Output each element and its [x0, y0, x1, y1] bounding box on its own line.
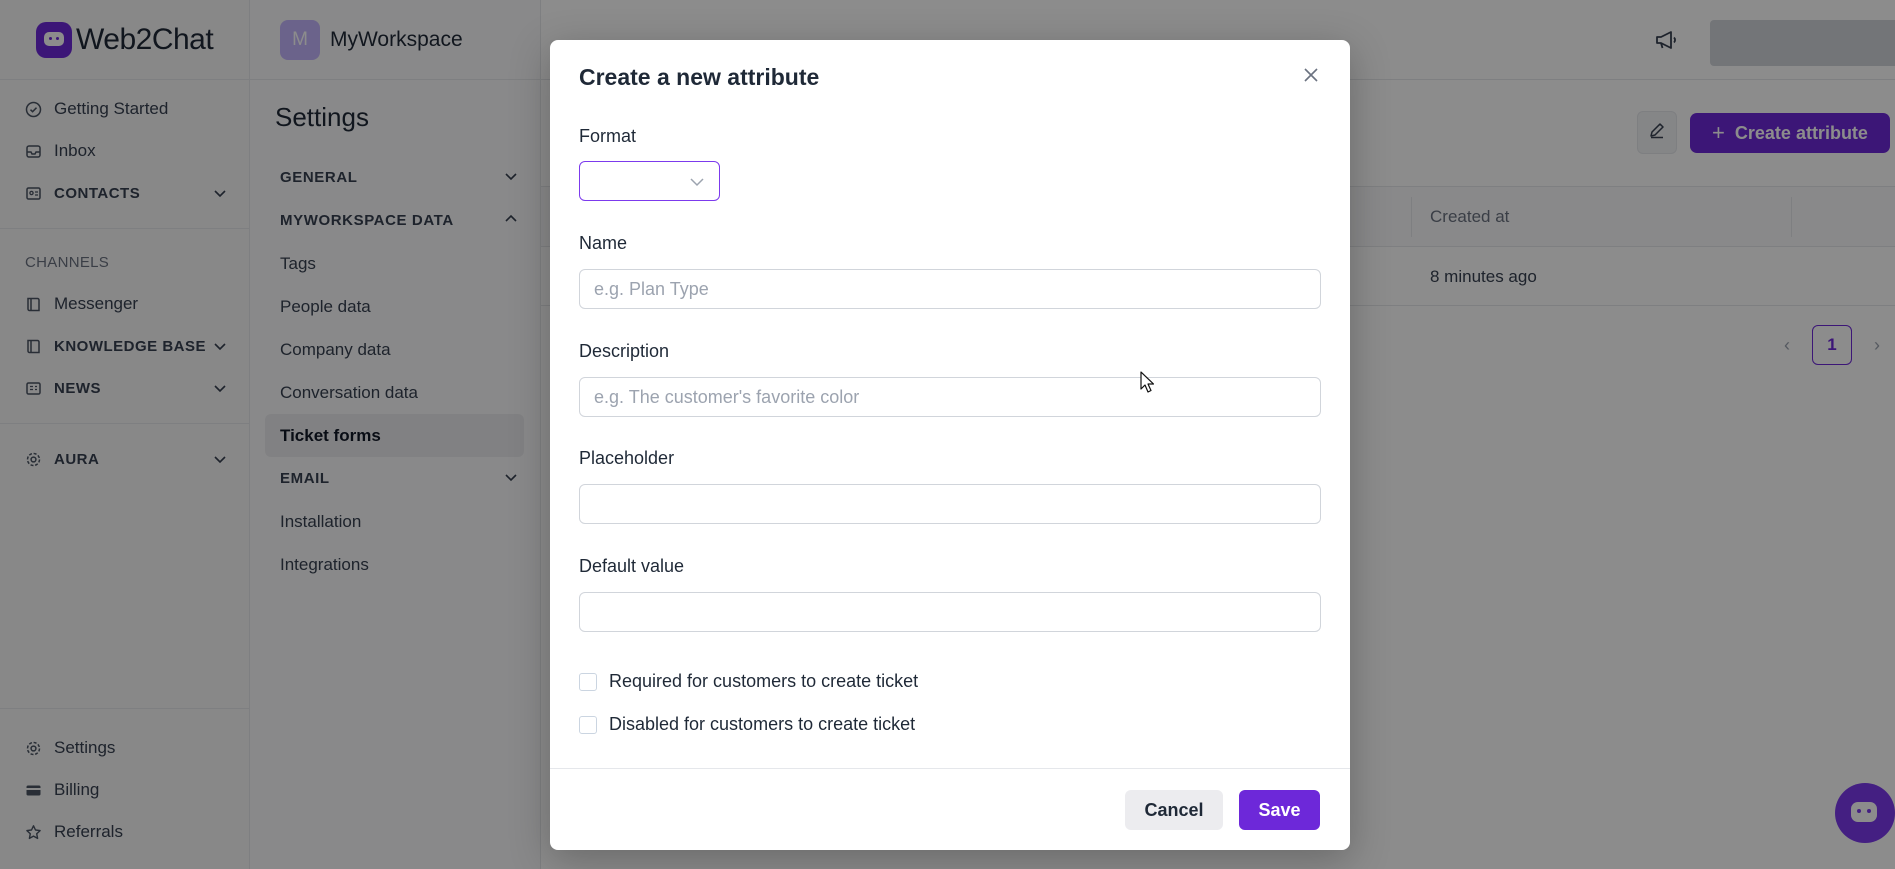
required-label: Required for customers to create ticket: [609, 671, 919, 691]
dialog-footer: Cancel Save: [550, 768, 1350, 850]
cancel-button[interactable]: Cancel: [1125, 790, 1223, 830]
description-input[interactable]: [579, 377, 1321, 417]
disabled-checkbox-row[interactable]: Disabled for customers to create ticket: [579, 714, 915, 735]
close-icon[interactable]: [1300, 64, 1322, 86]
required-checkbox[interactable]: [579, 672, 597, 691]
disabled-checkbox[interactable]: [579, 715, 597, 734]
default-value-label: Default value: [579, 556, 685, 576]
description-label: Description: [579, 341, 670, 361]
required-checkbox-row[interactable]: Required for customers to create ticket: [579, 671, 918, 692]
create-attribute-dialog: Create a new attribute Format Name Descr…: [550, 40, 1350, 850]
disabled-label: Disabled for customers to create ticket: [609, 714, 916, 734]
chevron-down-icon: [689, 174, 705, 195]
default-value-input[interactable]: [579, 592, 1321, 632]
format-label: Format: [579, 126, 637, 146]
dialog-title: Create a new attribute: [579, 64, 820, 90]
placeholder-input[interactable]: [579, 484, 1321, 524]
placeholder-label: Placeholder: [579, 448, 675, 468]
name-input[interactable]: [579, 269, 1321, 309]
name-label: Name: [579, 233, 628, 253]
format-select[interactable]: [579, 161, 720, 201]
mouse-cursor-icon: [1140, 371, 1155, 398]
save-button[interactable]: Save: [1239, 790, 1320, 830]
